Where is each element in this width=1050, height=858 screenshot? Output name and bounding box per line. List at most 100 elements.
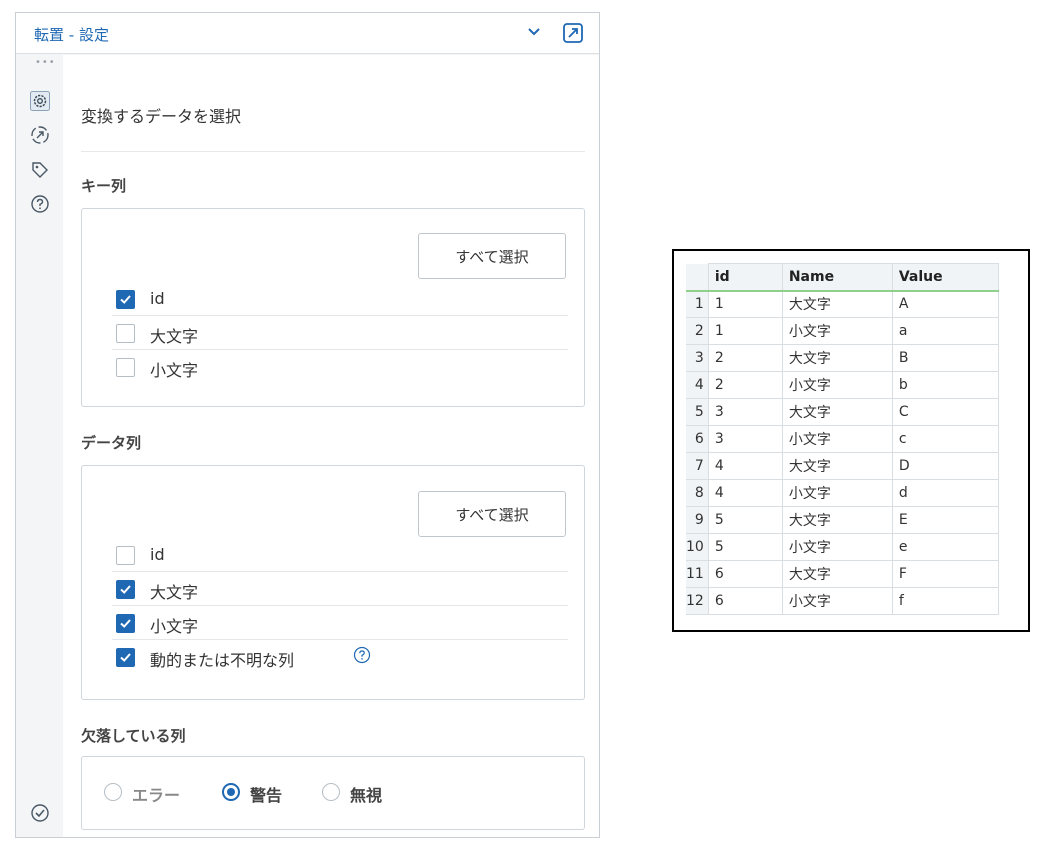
- settings-icon[interactable]: [30, 91, 50, 111]
- table-cell: 大文字: [781, 290, 893, 318]
- table-cell: 小文字: [781, 425, 893, 453]
- data-row-id[interactable]: id: [112, 538, 568, 572]
- data-row-lowercase[interactable]: 小文字: [112, 606, 568, 640]
- output-table: id Name Value 1 1 大文字 A 2 1 小文字 a 3 2 大文字 B 4 2 小文字…: [686, 263, 999, 615]
- key-item-label: 大文字: [150, 327, 199, 346]
- table-cell: 2: [707, 371, 783, 399]
- more-icon[interactable]: •••: [35, 57, 56, 68]
- key-row-uppercase[interactable]: 大文字: [112, 316, 568, 350]
- table-cell: a: [891, 317, 999, 345]
- missing-columns-title: 欠落している列: [81, 727, 186, 745]
- checkbox-checked[interactable]: [116, 580, 135, 599]
- row-number: 7: [686, 452, 709, 480]
- panel-title: 転置 - 設定: [34, 26, 109, 44]
- table-cell: 大文字: [781, 398, 893, 426]
- key-columns-box: すべて選択 id 大文字 小文字: [81, 208, 585, 407]
- column-header[interactable]: Value: [891, 263, 999, 292]
- table-cell: b: [891, 371, 999, 399]
- data-item-label: 大文字: [150, 583, 199, 602]
- table-cell: 1: [707, 317, 783, 345]
- page-heading: 変換するデータを選択: [81, 107, 242, 126]
- data-item-label: id: [150, 545, 165, 564]
- key-select-all-button[interactable]: すべて選択: [418, 233, 566, 279]
- data-row-uppercase[interactable]: 大文字: [112, 572, 568, 606]
- table-cell: 小文字: [781, 371, 893, 399]
- column-header[interactable]: Name: [781, 263, 893, 292]
- table-row: 7 4 大文字 D: [686, 452, 999, 480]
- table-row: 8 4 小文字 d: [686, 479, 999, 507]
- radio-button[interactable]: [104, 783, 122, 801]
- table-row: 5 3 大文字 C: [686, 398, 999, 426]
- row-number: 4: [686, 371, 709, 399]
- checkbox-unchecked[interactable]: [116, 546, 135, 565]
- radio-button-selected[interactable]: [222, 783, 240, 801]
- table-cell: e: [891, 533, 999, 561]
- checkbox-checked[interactable]: [116, 614, 135, 633]
- tag-icon[interactable]: [30, 160, 50, 180]
- table-cell: 4: [707, 479, 783, 507]
- panel-titlebar: 転置 - 設定: [16, 13, 599, 54]
- table-row: 3 2 大文字 B: [686, 344, 999, 372]
- table-cell: 3: [707, 398, 783, 426]
- help-icon[interactable]: [353, 646, 371, 664]
- row-number: 10: [686, 533, 709, 561]
- checkbox-checked[interactable]: [116, 290, 135, 309]
- table-cell: 1: [707, 290, 783, 318]
- row-number: 3: [686, 344, 709, 372]
- popout-icon[interactable]: [561, 21, 585, 45]
- checkbox-unchecked[interactable]: [116, 358, 135, 377]
- data-item-label: 小文字: [150, 617, 199, 636]
- table-cell: 小文字: [781, 479, 893, 507]
- radio-label: 警告: [250, 786, 283, 805]
- table-row: 6 3 小文字 c: [686, 425, 999, 453]
- table-cell: F: [891, 560, 999, 588]
- radio-label: エラー: [132, 786, 181, 805]
- divider: [81, 151, 585, 152]
- row-number: 9: [686, 506, 709, 534]
- table-cell: 5: [707, 506, 783, 534]
- table-row: 12 6 小文字 f: [686, 587, 999, 615]
- configuration-panel: 転置 - 設定 ••• 変換するデータを選択 キー列 すべて選択 id 大文字 …: [15, 12, 600, 838]
- data-columns-title: データ列: [81, 434, 142, 452]
- table-row: 10 5 小文字 e: [686, 533, 999, 561]
- table-cell: 大文字: [781, 452, 893, 480]
- table-cell: C: [891, 398, 999, 426]
- table-cell: 小文字: [781, 587, 893, 615]
- check-icon[interactable]: [30, 803, 50, 823]
- checkbox-checked[interactable]: [116, 648, 135, 667]
- key-row-lowercase[interactable]: 小文字: [112, 350, 568, 384]
- row-number: 6: [686, 425, 709, 453]
- table-cell: 小文字: [781, 317, 893, 345]
- key-item-label: 小文字: [150, 361, 199, 380]
- radio-button[interactable]: [322, 783, 340, 801]
- navigate-icon[interactable]: [30, 125, 50, 145]
- row-number: 5: [686, 398, 709, 426]
- table-header-row: id Name Value: [686, 263, 999, 292]
- column-header[interactable]: id: [707, 263, 783, 292]
- data-row-dynamic[interactable]: 動的または不明な列: [112, 640, 568, 674]
- table-cell: 大文字: [781, 344, 893, 372]
- tool-strip: •••: [16, 55, 63, 837]
- table-cell: d: [891, 479, 999, 507]
- table-cell: 大文字: [781, 560, 893, 588]
- table-cell: E: [891, 506, 999, 534]
- help-icon[interactable]: [30, 194, 50, 214]
- radio-label: 無視: [350, 786, 383, 805]
- table-cell: D: [891, 452, 999, 480]
- data-select-all-button[interactable]: すべて選択: [418, 491, 566, 537]
- corner-cell: [686, 263, 709, 292]
- table-cell: 小文字: [781, 533, 893, 561]
- row-number: 1: [686, 290, 709, 318]
- table-cell: 6: [707, 560, 783, 588]
- row-number: 11: [686, 560, 709, 588]
- table-row: 1 1 大文字 A: [686, 290, 999, 318]
- table-cell: B: [891, 344, 999, 372]
- checkbox-unchecked[interactable]: [116, 324, 135, 343]
- key-row-id[interactable]: id: [112, 282, 568, 316]
- chevron-down-icon[interactable]: [526, 23, 542, 41]
- key-columns-title: キー列: [81, 177, 127, 195]
- table-cell: 4: [707, 452, 783, 480]
- data-item-label: 動的または不明な列: [150, 651, 295, 670]
- key-item-label: id: [150, 289, 165, 308]
- row-number: 12: [686, 587, 709, 615]
